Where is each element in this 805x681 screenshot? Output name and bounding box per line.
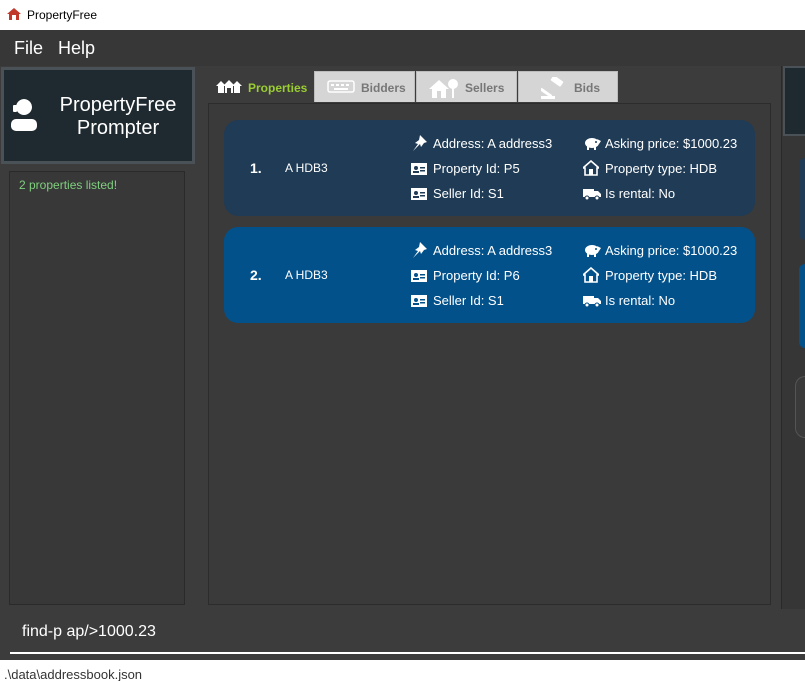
property-card-1[interactable]: 1. A HDB3 Address: A address3 Property I… <box>224 120 755 216</box>
save-location-text: .\data\addressbook.json <box>4 667 143 681</box>
tab-sellers[interactable]: Sellers <box>416 71 517 102</box>
property-id-text: Property Id: P6 <box>433 268 520 283</box>
seller-id-text: Seller Id: S1 <box>433 186 504 201</box>
id-card-icon <box>411 163 427 175</box>
address-text: Address: A address3 <box>433 136 553 151</box>
tab-sellers-label: Sellers <box>465 81 505 95</box>
status-bar: .\data\addressbook.json <box>0 660 805 681</box>
truck-icon <box>583 296 601 308</box>
asking-price-text: Asking price: $1000.23 <box>605 136 738 151</box>
tab-bids-label: Bids <box>574 81 601 95</box>
house-icon <box>583 267 599 283</box>
right-side-panel <box>781 66 805 609</box>
address-text: Address: A address3 <box>433 243 553 258</box>
id-card-icon <box>411 295 427 307</box>
house-app-icon <box>7 8 21 20</box>
property-name: A HDB3 <box>285 268 328 282</box>
tab-bidders-label: Bidders <box>361 81 406 95</box>
property-index: 2. <box>250 267 262 283</box>
house-tree-icon <box>429 79 458 98</box>
house-icon <box>583 160 599 176</box>
property-index: 1. <box>250 160 262 176</box>
id-card-icon <box>411 270 427 282</box>
menu-bar: File Help <box>0 30 805 66</box>
truck-icon <box>583 189 601 201</box>
tab-properties[interactable]: Properties <box>210 71 313 102</box>
prompter-title-line1: PropertyFree <box>59 94 177 116</box>
seller-id-text: Seller Id: S1 <box>433 293 504 308</box>
is-rental-text: Is rental: No <box>605 293 676 308</box>
prompter-panel: PropertyFree Prompter <box>1 67 195 164</box>
right-panel-box <box>795 376 805 438</box>
asking-price-text: Asking price: $1000.23 <box>605 243 738 258</box>
property-card-2[interactable]: 2. A HDB3 Address: A address3 Property I… <box>224 227 755 323</box>
app-window: PropertyFree File Help PropertyFree Prom… <box>0 0 805 681</box>
pin-icon <box>413 135 427 151</box>
property-name: A HDB3 <box>285 161 328 175</box>
prompter-title: PropertyFree Prompter <box>48 94 188 140</box>
piggy-bank-icon <box>585 138 601 150</box>
is-rental-text: Is rental: No <box>605 186 676 201</box>
window-title: PropertyFree <box>27 8 98 22</box>
property-type-text: Property type: HDB <box>605 161 717 176</box>
result-display: 2 properties listed! <box>9 171 185 605</box>
right-panel-card-1 <box>799 158 805 240</box>
menu-help[interactable]: Help <box>58 38 95 59</box>
tab-bidders[interactable]: Bidders <box>314 71 415 102</box>
id-card-icon <box>411 188 427 200</box>
assistant-icon <box>11 97 37 131</box>
command-box <box>0 609 805 658</box>
right-panel-card-2 <box>799 264 805 348</box>
gavel-icon <box>541 77 564 99</box>
tab-bids[interactable]: Bids <box>518 71 618 102</box>
title-bar: PropertyFree <box>0 0 805 30</box>
property-type-text: Property type: HDB <box>605 268 717 283</box>
houses-icon <box>216 80 242 93</box>
keyboard-icon <box>327 80 355 93</box>
piggy-bank-icon <box>585 245 601 257</box>
menu-file[interactable]: File <box>14 38 43 59</box>
prompter-title-line2: Prompter <box>76 117 160 139</box>
command-input[interactable] <box>10 612 805 654</box>
result-message: 2 properties listed! <box>19 178 118 192</box>
right-panel-header <box>783 66 805 136</box>
pin-icon <box>413 242 427 258</box>
tab-properties-label: Properties <box>248 81 308 95</box>
property-id-text: Property Id: P5 <box>433 161 520 176</box>
